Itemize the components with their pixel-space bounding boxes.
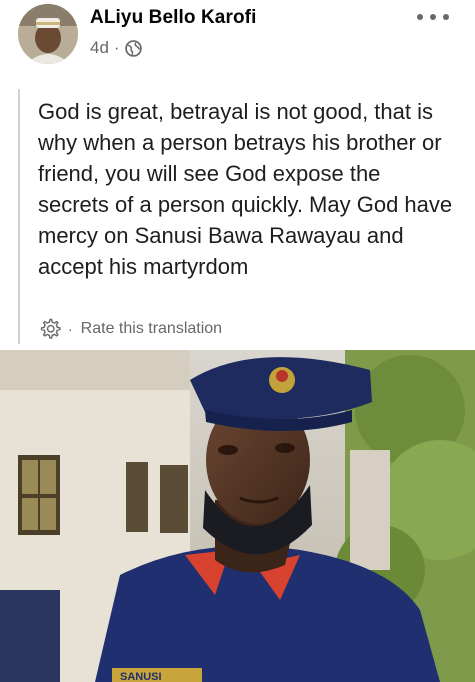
more-dot — [430, 14, 436, 20]
name-badge-text: SANUSI — [120, 671, 162, 682]
author-avatar[interactable] — [18, 4, 78, 64]
avatar-image — [18, 4, 78, 64]
post-photo[interactable]: SANUSI — [0, 350, 475, 682]
post-header: ALiyu Bello Karofi 4d · — [0, 0, 475, 70]
post-text: God is great, betrayal is not good, that… — [38, 99, 453, 279]
post-timestamp[interactable]: 4d — [90, 38, 109, 58]
footer-separator: · — [68, 321, 73, 337]
rate-translation-link[interactable]: Rate this translation — [81, 320, 222, 338]
translated-post-block: God is great, betrayal is not good, that… — [18, 89, 458, 344]
post-meta: 4d · — [90, 38, 142, 58]
more-dot — [443, 14, 449, 20]
translation-footer: · Rate this translation — [38, 317, 222, 341]
gear-icon[interactable] — [38, 317, 62, 341]
author-name[interactable]: ALiyu Bello Karofi — [90, 7, 256, 29]
more-options-icon[interactable] — [417, 8, 449, 26]
more-dot — [417, 14, 423, 20]
officer-photo-image: SANUSI — [0, 350, 475, 682]
meta-separator: · — [113, 38, 120, 57]
globe-icon — [124, 39, 142, 57]
